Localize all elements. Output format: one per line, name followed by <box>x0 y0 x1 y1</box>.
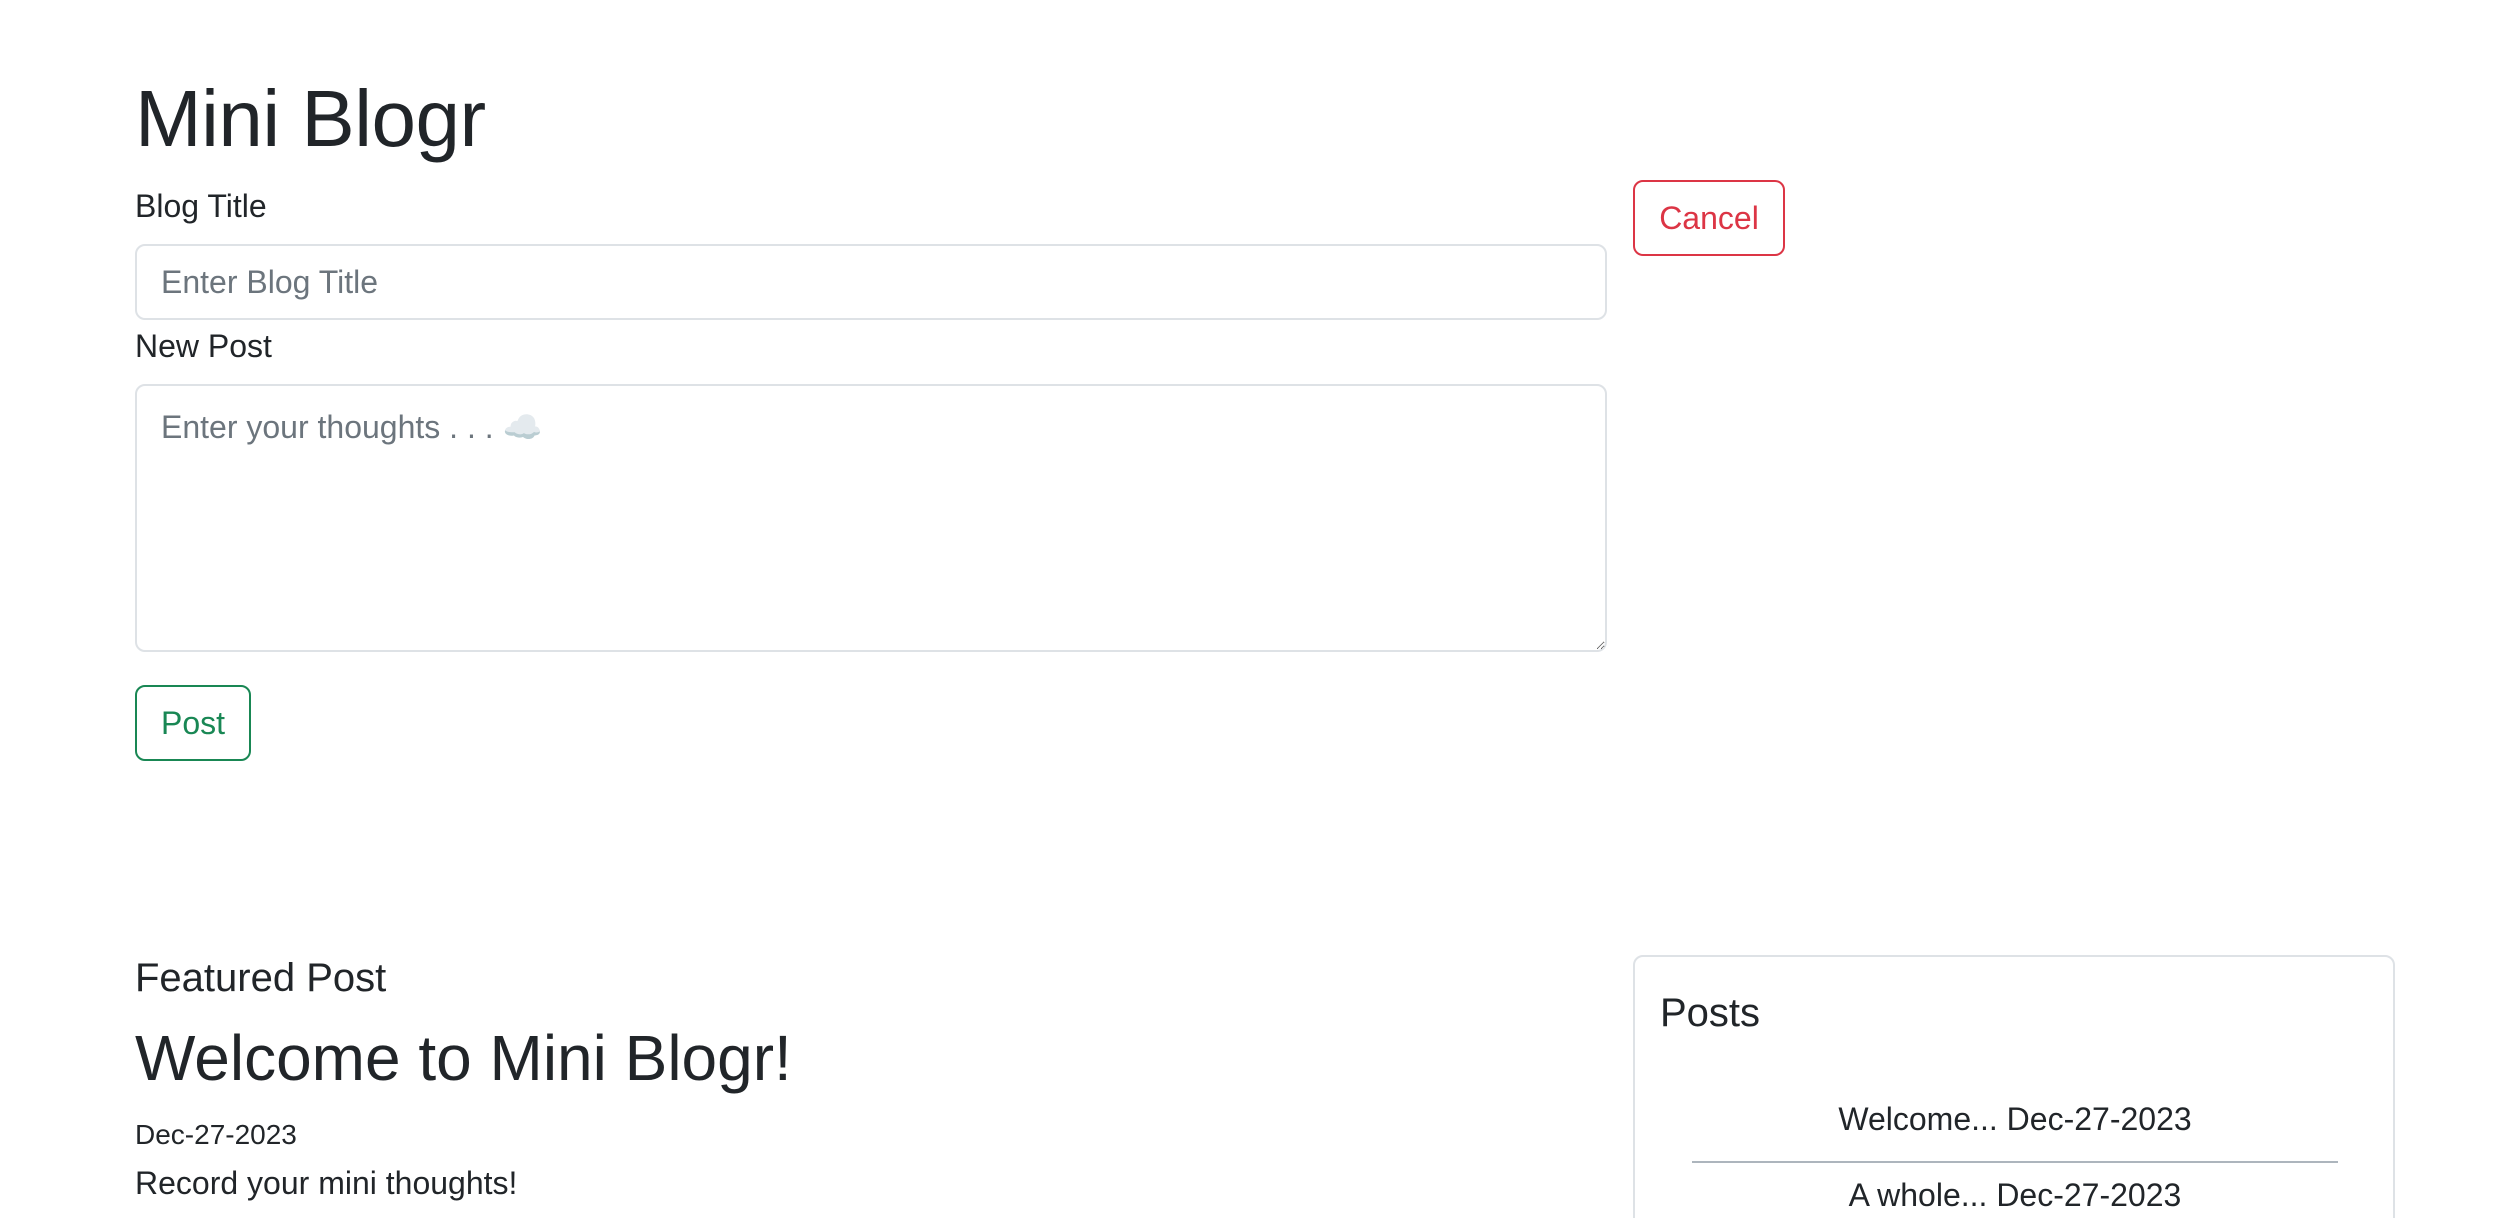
posts-list: Welcome... Dec-27-2023 A whole... Dec-27… <box>1692 1087 2338 1218</box>
new-post-textarea[interactable] <box>135 384 1607 652</box>
posts-list-item[interactable]: A whole... Dec-27-2023 <box>1692 1163 2338 1218</box>
page: Mini Blogr Blog Title New Post Post Canc… <box>0 0 2500 1218</box>
new-post-label: New Post <box>135 328 272 364</box>
post-button[interactable]: Post <box>135 685 251 761</box>
blog-title-label: Blog Title <box>135 188 267 224</box>
featured-post-heading: Featured Post <box>135 956 387 1000</box>
posts-panel: Posts Welcome... Dec-27-2023 A whole... … <box>1633 955 2395 1218</box>
featured-post-title: Welcome to Mini Blogr! <box>135 1022 792 1094</box>
blog-title-input[interactable] <box>135 244 1607 320</box>
posts-panel-heading: Posts <box>1660 991 1761 1035</box>
app-title: Mini Blogr <box>135 74 486 163</box>
featured-post-body: Record your mini thoughts! <box>135 1165 518 1201</box>
featured-post-date: Dec-27-2023 <box>135 1119 297 1150</box>
cancel-button[interactable]: Cancel <box>1633 180 1785 256</box>
posts-list-item[interactable]: Welcome... Dec-27-2023 <box>1692 1087 2338 1163</box>
